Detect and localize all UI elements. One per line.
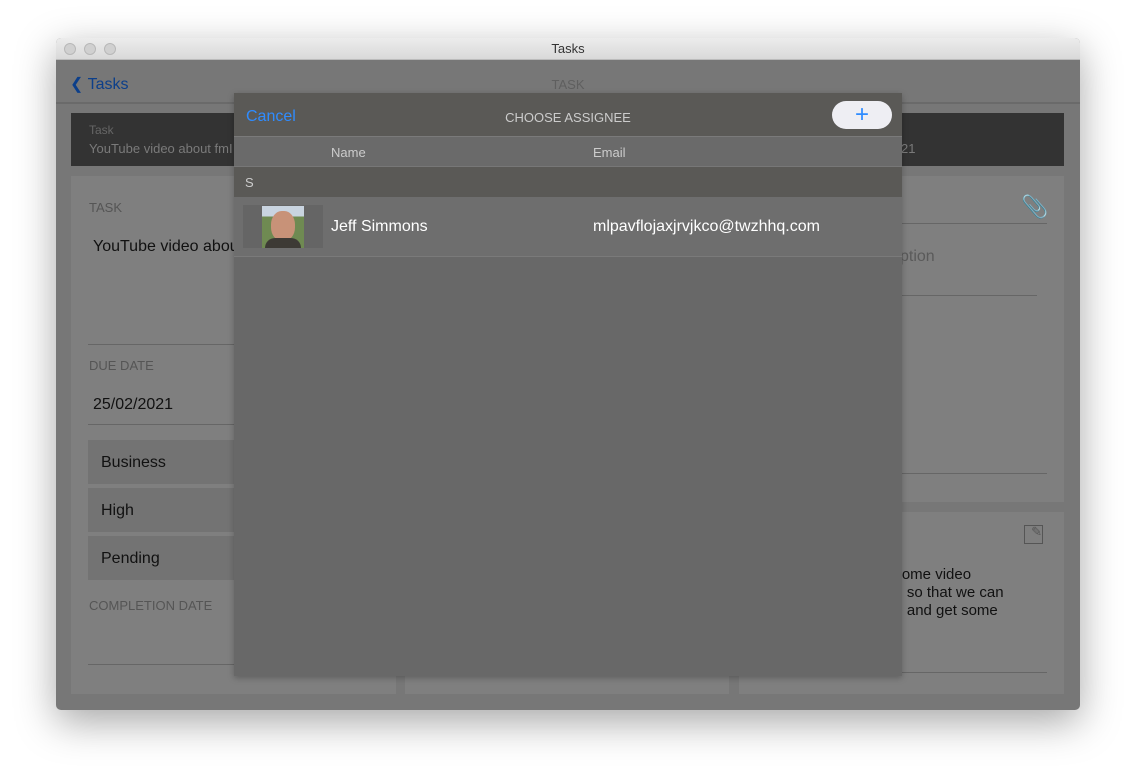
section-header: S <box>234 167 902 197</box>
add-assignee-button[interactable]: + <box>832 101 892 129</box>
status-selector[interactable]: Pending <box>88 536 238 580</box>
close-window-button[interactable] <box>64 43 76 55</box>
due-date-field[interactable]: 25/02/2021 <box>93 396 173 414</box>
zoom-window-button[interactable] <box>104 43 116 55</box>
task-label: TASK <box>89 200 122 215</box>
assignee-row[interactable]: Jeff Simmons mlpavflojaxjrvjkco@twzhhq.c… <box>234 197 902 257</box>
choose-assignee-dialog: Cancel CHOOSE ASSIGNEE + Name Email S Je… <box>234 93 902 676</box>
band-right-value: 21 <box>901 141 916 156</box>
dialog-header: Cancel CHOOSE ASSIGNEE + <box>234 93 902 137</box>
notes-text: esome video or, so that we can be and get … <box>886 566 1004 619</box>
band-value: YouTube video about fmI <box>89 141 233 156</box>
column-email[interactable]: Email <box>593 145 626 160</box>
minimize-window-button[interactable] <box>84 43 96 55</box>
task-field[interactable]: YouTube video abou <box>93 238 239 256</box>
title-bar: Tasks <box>56 38 1080 60</box>
edit-icon[interactable]: ✎ <box>1024 525 1043 544</box>
completion-date-label: COMPLETION DATE <box>89 598 213 613</box>
band-label: Task <box>89 123 114 137</box>
assignee-name: Jeff Simmons <box>331 218 428 235</box>
dialog-title: CHOOSE ASSIGNEE <box>505 110 631 125</box>
description-field[interactable]: ption <box>900 248 935 266</box>
plus-icon: + <box>854 101 869 128</box>
paperclip-icon[interactable]: 📎 <box>1021 194 1048 220</box>
category-selector[interactable]: Business <box>88 440 238 484</box>
due-date-label: DUE DATE <box>89 358 154 373</box>
nav-title: TASK <box>551 77 585 92</box>
assignee-email: mlpavflojaxjrvjkco@twzhhq.com <box>593 218 820 235</box>
column-name[interactable]: Name <box>331 145 366 160</box>
column-header: Name Email <box>234 137 902 167</box>
priority-selector[interactable]: High <box>88 488 238 532</box>
window-title: Tasks <box>551 41 585 56</box>
avatar <box>243 205 323 248</box>
